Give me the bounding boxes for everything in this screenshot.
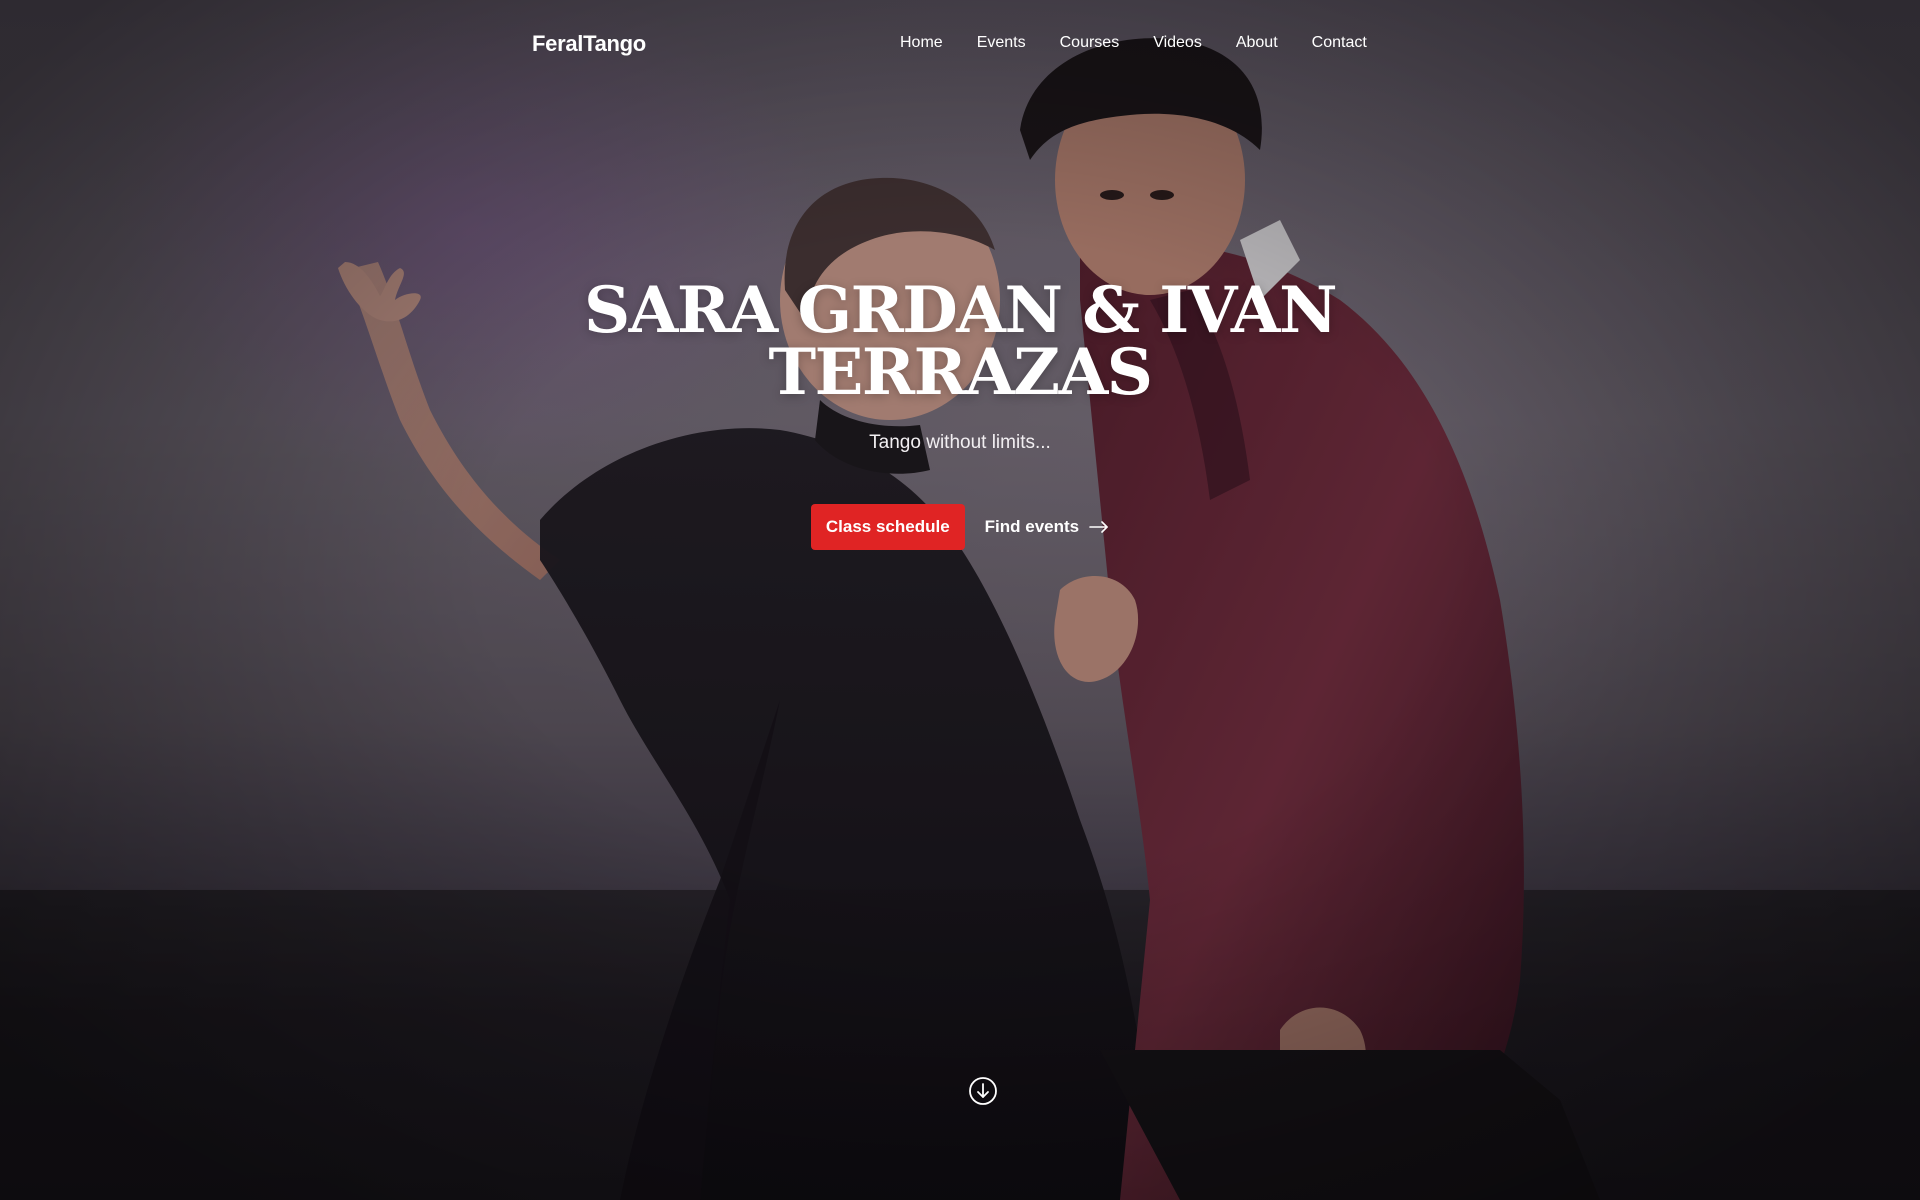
cta-row: Class schedule Find events (560, 504, 1360, 550)
find-events-label: Find events (984, 517, 1080, 536)
nav-link-courses[interactable]: Courses (1060, 34, 1120, 52)
find-events-link[interactable]: Find events (985, 517, 1109, 537)
arrow-down-circle-icon[interactable] (968, 1076, 998, 1106)
nav-links: Home Events Courses Videos About Contact (900, 34, 1367, 52)
arrow-right-icon (1089, 521, 1109, 533)
top-navigation: FeralTango Home Events Courses Videos Ab… (0, 0, 1920, 86)
class-schedule-button[interactable]: Class schedule (810, 504, 965, 550)
nav-link-about[interactable]: About (1236, 34, 1278, 52)
nav-link-home[interactable]: Home (900, 34, 943, 52)
brand-logo[interactable]: FeralTango (532, 31, 646, 57)
hero-content: SARA GRDAN & IVAN TERRAZAS Tango without… (560, 279, 1360, 550)
hero-title: SARA GRDAN & IVAN TERRAZAS (560, 279, 1360, 405)
nav-link-videos[interactable]: Videos (1153, 34, 1202, 52)
hero-title-line2: TERRAZAS (768, 335, 1153, 410)
nav-link-events[interactable]: Events (977, 34, 1026, 52)
nav-link-contact[interactable]: Contact (1312, 34, 1367, 52)
hero-subtitle: Tango without limits... (869, 432, 1051, 453)
hero-section: FeralTango Home Events Courses Videos Ab… (0, 0, 1920, 1200)
dark-overlay (0, 0, 1920, 1200)
